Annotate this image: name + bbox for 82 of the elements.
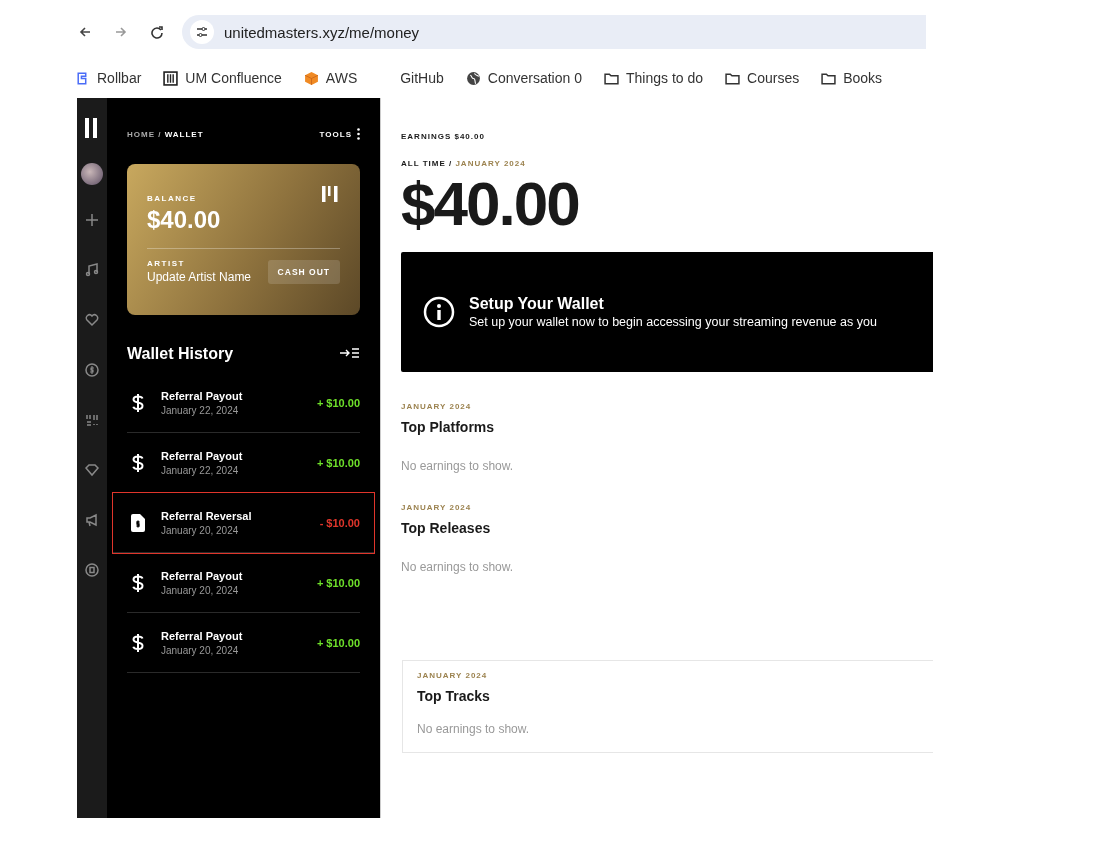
record-icon (85, 563, 99, 577)
address-bar[interactable]: unitedmasters.xyz/me/money (182, 15, 926, 49)
sliders-icon (195, 25, 209, 39)
transaction-title: Referral Payout (161, 629, 244, 642)
total-earnings: $40.00 (401, 168, 580, 240)
empty-message: No earnings to show. (401, 459, 515, 473)
balance-label: BALANCE (147, 194, 198, 203)
transaction-amount: + $10.00 (316, 636, 360, 649)
section-title: Top Releases (401, 520, 492, 536)
transaction-row[interactable]: Referral Payout January 22, 2024 + $10.00 (127, 373, 360, 433)
period-label: ALL TIME / JANUARY 2024 (401, 159, 527, 168)
receipt-dollar-icon (131, 513, 145, 532)
logo-icon (322, 186, 340, 202)
transaction-amount: + $10.00 (316, 396, 360, 409)
logo-icon (85, 118, 99, 138)
info-icon (423, 296, 455, 328)
grid-icon (85, 413, 99, 427)
bookmark[interactable]: Courses (725, 70, 800, 86)
reload-icon (150, 25, 164, 39)
bookmark[interactable]: Things to do (604, 70, 704, 86)
dollar-circle-icon (85, 363, 99, 377)
earnings-label: EARNINGS $40.00 (401, 132, 486, 141)
bookmark[interactable]: Conversation 0 (465, 70, 582, 86)
transaction-date: January 20, 2024 (161, 584, 240, 596)
section-title: Top Platforms (401, 419, 496, 435)
bookmark[interactable]: GitHub (379, 70, 444, 86)
transaction-date: January 20, 2024 (161, 524, 240, 536)
period-label: JANUARY 2024 (417, 671, 489, 680)
tools-menu-button[interactable]: TOOLS (319, 128, 360, 140)
empty-message: No earnings to show. (401, 560, 515, 574)
diamond-icon (85, 463, 99, 477)
artist-label: ARTIST (147, 259, 186, 268)
url-text: unitedmasters.xyz/me/money (224, 23, 420, 41)
period-label: JANUARY 2024 (401, 402, 473, 411)
transaction-amount: + $10.00 (316, 576, 360, 589)
transaction-title: Referral Payout (161, 569, 244, 582)
transaction-amount: - $10.00 (319, 516, 360, 529)
section-title: Wallet History (127, 345, 234, 363)
forward-arrow-icon (114, 25, 128, 39)
transaction-date: January 22, 2024 (161, 464, 240, 476)
plus-icon (85, 213, 99, 227)
artist-name: Update Artist Name (147, 270, 252, 284)
banner-text: Set up your wallet now to begin accessing your streaming revenue as you (469, 315, 877, 329)
arrow-list-icon (340, 346, 360, 359)
transaction-row[interactable]: Referral Reversal January 20, 2024 - $10.00 (113, 493, 374, 553)
empty-message: No earnings to show. (417, 722, 531, 736)
transaction-date: January 20, 2024 (161, 644, 240, 656)
transaction-title: Referral Reversal (161, 509, 253, 522)
music-note-icon (85, 263, 99, 277)
globe-icon (465, 70, 481, 86)
transaction-title: Referral Payout (161, 449, 244, 462)
back-arrow-icon (78, 25, 92, 39)
banner-title: Setup Your Wallet (469, 295, 605, 313)
transaction-date: January 22, 2024 (161, 404, 240, 416)
avatar[interactable] (81, 163, 103, 185)
period-label: JANUARY 2024 (401, 503, 473, 512)
folder-icon (821, 70, 837, 86)
dollar-sign-icon (132, 452, 144, 473)
balance-amount: $40.00 (147, 206, 222, 234)
bookmark[interactable]: UM Confluence (163, 70, 282, 86)
folder-icon (604, 70, 619, 86)
more-vertical-icon (357, 128, 360, 140)
dollar-sign-icon (132, 632, 144, 653)
bookmark[interactable]: Books (821, 70, 883, 86)
heart-icon (85, 313, 99, 327)
bookmark[interactable]: AWS (303, 70, 358, 86)
megaphone-icon (85, 513, 99, 527)
section-title: Top Tracks (417, 688, 491, 704)
transaction-row[interactable]: Referral Payout January 20, 2024 + $10.00 (127, 553, 360, 613)
bookmark[interactable]: Rollbar (75, 70, 142, 86)
breadcrumb: HOME / WALLET (127, 129, 204, 139)
transaction-row[interactable]: Referral Payout January 20, 2024 + $10.00 (127, 613, 360, 673)
site-settings-icon[interactable] (190, 20, 214, 44)
transaction-row[interactable]: Referral Payout January 22, 2024 + $10.00 (127, 433, 360, 493)
folder-icon (725, 70, 741, 86)
cube-icon (303, 70, 319, 86)
dollar-sign-icon (132, 572, 144, 593)
transaction-amount: + $10.00 (316, 456, 360, 469)
cash-out-button[interactable]: CASH OUT (267, 260, 340, 284)
bars-icon (163, 70, 179, 86)
transaction-title: Referral Payout (161, 389, 244, 402)
dollar-sign-icon (132, 392, 144, 413)
